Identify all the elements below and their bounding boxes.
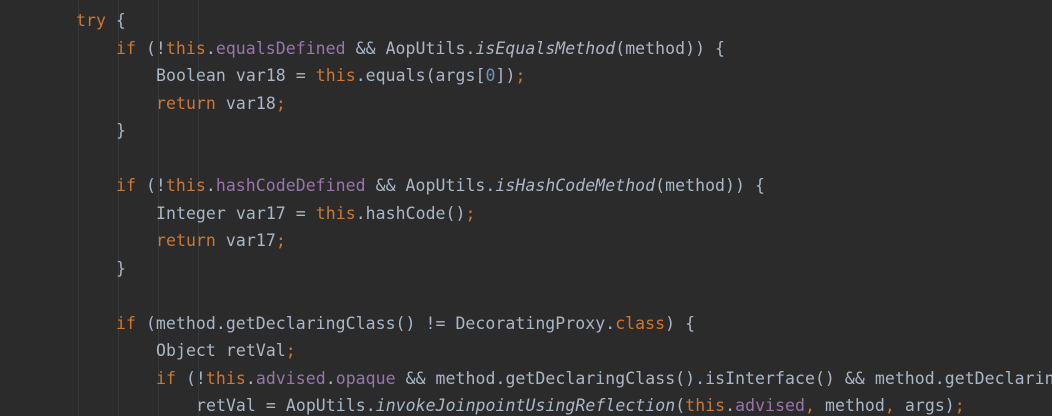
code-token-keyword: if <box>116 313 136 333</box>
code-token-default: Boolean var18 = <box>156 66 316 85</box>
code-token-default: var17 <box>215 231 276 250</box>
code-line[interactable]: Boolean var18 = this.equals(args[0]); <box>156 62 525 90</box>
indent-guide <box>118 0 119 416</box>
code-token-default: ) { <box>665 313 696 333</box>
code-token-default: { <box>105 11 126 30</box>
code-token-keyword: if <box>156 368 176 388</box>
code-line[interactable]: if (!this.hashCodeDefined && AopUtils.is… <box>116 172 765 200</box>
code-editor[interactable]: try {if (!this.equalsDefined && AopUtils… <box>0 0 1052 416</box>
code-token-default: } <box>116 121 126 140</box>
code-token-static: isEqualsMethod <box>475 38 616 58</box>
code-token-default: . <box>245 368 256 388</box>
code-token-default: args) <box>904 396 955 415</box>
code-line[interactable]: if (method.getDeclaringClass() != Decora… <box>116 310 695 338</box>
code-token-default: .equals(args[ <box>355 66 486 85</box>
code-line[interactable]: if (!this.equalsDefined && AopUtils.isEq… <box>116 35 725 63</box>
code-token-keyword: if <box>116 176 136 195</box>
code-token-field: equalsDefined <box>215 38 346 58</box>
code-token-default: (method)) { <box>615 38 726 58</box>
code-token-keyword: ; <box>515 66 526 85</box>
code-token-default: method <box>825 396 885 415</box>
code-token-keyword: , <box>805 396 825 415</box>
code-token-keyword: this <box>685 396 726 415</box>
code-token-keyword: this <box>165 38 206 58</box>
code-line[interactable]: Integer var17 = this.hashCode(); <box>156 200 476 228</box>
code-token-keyword: if <box>116 38 136 58</box>
code-line[interactable]: retVal = AopUtils.invokeJoinpointUsingRe… <box>196 392 965 416</box>
code-token-number: 0 <box>485 66 496 85</box>
code-token-default: . <box>325 368 336 388</box>
code-token-default: } <box>116 258 126 278</box>
code-token-default: .hashCode() <box>355 203 466 223</box>
code-token-keyword: ; <box>465 203 476 223</box>
code-line[interactable]: if (!this.advised.opaque && method.getDe… <box>156 365 1052 393</box>
code-token-default: (! <box>135 38 166 58</box>
code-token-keyword: class <box>615 313 666 333</box>
code-token-default: && AopUtils. <box>365 176 496 195</box>
code-token-field: hashCodeDefined <box>215 176 366 195</box>
code-token-keyword: ; <box>275 93 286 113</box>
code-token-default: Object retVal <box>156 341 286 360</box>
code-token-default: && AopUtils. <box>345 38 476 58</box>
code-line[interactable]: } <box>116 255 126 283</box>
code-token-keyword: ; <box>954 396 965 415</box>
code-line[interactable]: } <box>116 117 126 145</box>
code-token-default: (! <box>175 368 206 388</box>
code-token-default: (method.getDeclaringClass() != Decoratin… <box>135 313 616 333</box>
code-token-default: ]) <box>495 66 516 85</box>
code-token-default: Integer var17 = <box>156 203 316 223</box>
code-token-keyword: return <box>156 93 216 113</box>
code-token-keyword: ; <box>275 231 286 250</box>
code-line[interactable]: return var17; <box>156 227 286 255</box>
code-token-field: opaque <box>335 368 396 388</box>
code-token-default: ( <box>675 396 686 415</box>
code-token-keyword: try <box>76 11 106 30</box>
code-token-default: . <box>725 396 736 415</box>
code-token-default: (method)) { <box>655 176 765 195</box>
code-token-default: var18 <box>215 93 276 113</box>
code-token-default: (! <box>135 176 166 195</box>
code-line[interactable]: Object retVal; <box>156 337 296 365</box>
code-token-default: . <box>205 176 216 195</box>
code-token-keyword: this <box>205 368 246 388</box>
code-token-static: isHashCodeMethod <box>495 176 656 195</box>
code-token-keyword: this <box>315 66 356 85</box>
indent-guide <box>78 0 79 416</box>
code-token-static: invokeJoinpointUsingReflection <box>375 396 676 415</box>
code-token-keyword: ; <box>285 341 296 360</box>
code-line[interactable]: try { <box>76 7 126 35</box>
code-token-keyword: this <box>165 176 206 195</box>
code-line[interactable]: return var18; <box>156 90 286 118</box>
code-token-field: advised <box>735 396 806 415</box>
code-token-default: retVal = AopUtils. <box>196 396 376 415</box>
code-token-keyword: , <box>884 396 905 415</box>
code-token-field: advised <box>255 368 326 388</box>
code-token-default: && method.getDeclaringClass().isInterfac… <box>395 368 1052 388</box>
code-token-keyword: return <box>156 231 216 250</box>
code-token-default: . <box>205 38 216 58</box>
code-token-keyword: this <box>315 203 356 223</box>
